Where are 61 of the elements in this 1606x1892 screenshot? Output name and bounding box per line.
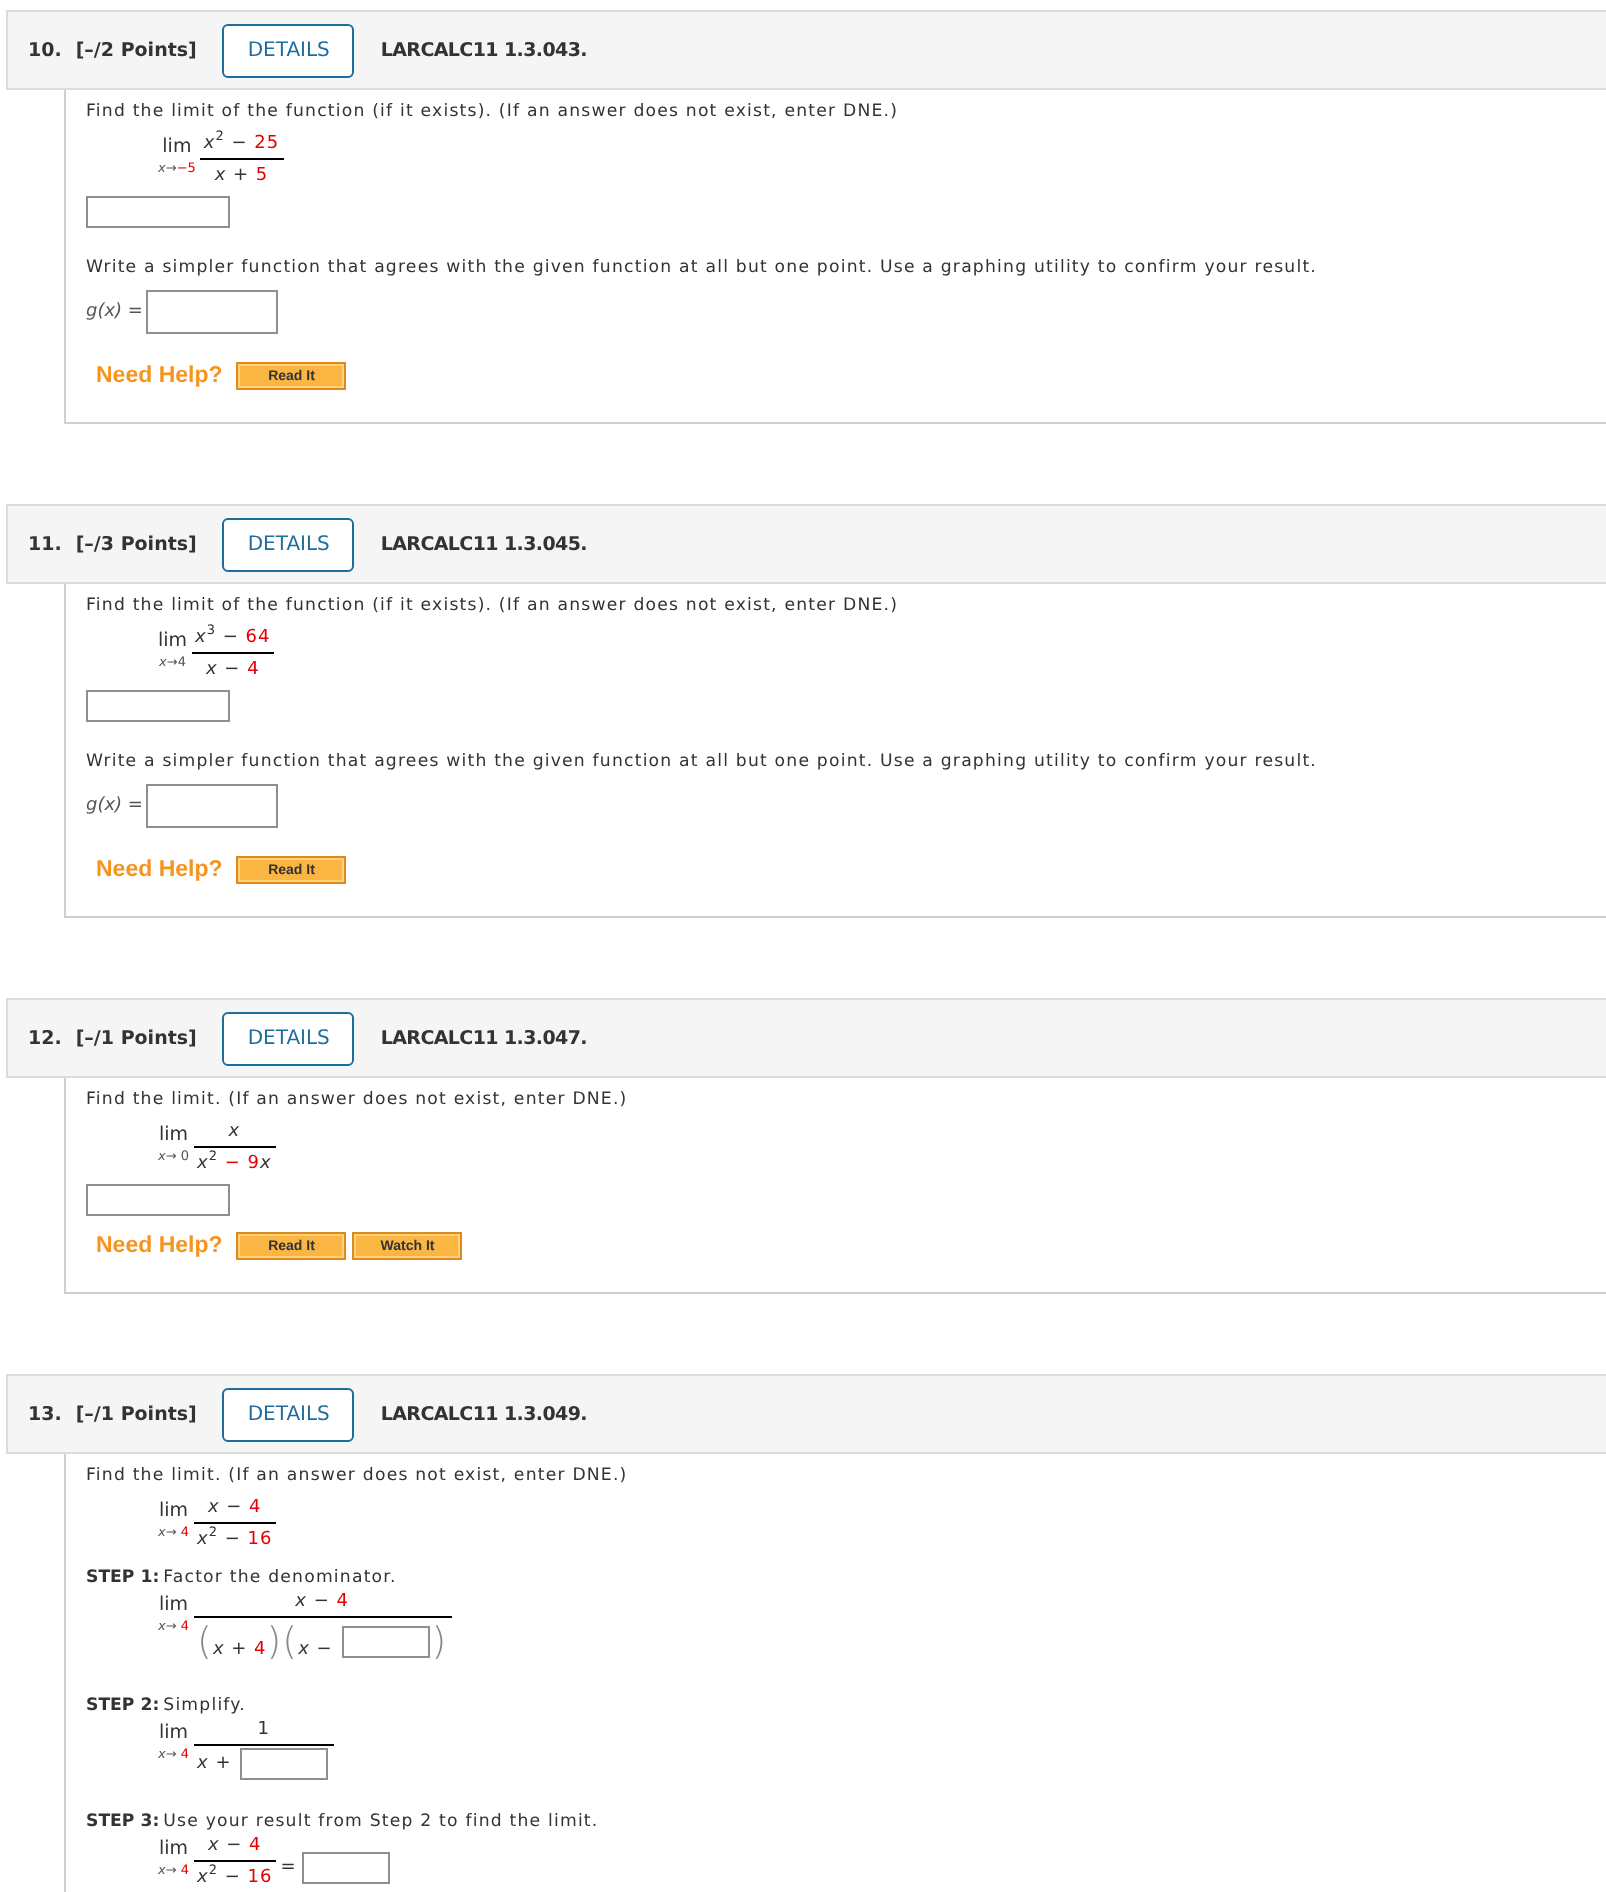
problem-source: LARCALC11 1.3.047. (380, 1027, 587, 1049)
numerator: x − 4 (205, 1498, 264, 1522)
points-label: [–/1 Points] (75, 1027, 197, 1049)
details-button[interactable]: DETAILS (222, 517, 355, 571)
details-button[interactable]: DETAILS (222, 23, 355, 77)
instruction-text: Write a simpler function that agrees with the given function at all but one point. Use a graphing utility to confirm your result. (86, 750, 1320, 774)
denominator: (x + 4)(x − (197, 1620, 335, 1664)
need-help-label: Need Help? (96, 858, 223, 882)
answer-field[interactable] (86, 690, 230, 722)
limit-label: lim (158, 1500, 189, 1522)
denominator: x − 4 (203, 658, 262, 682)
limit-label: lim (158, 1124, 189, 1146)
denominator: ) (431, 1620, 448, 1664)
equals-sign: = (280, 1857, 297, 1880)
step-instruction: STEP 3: Use your result from Step 2 to find the limit. (86, 1810, 601, 1834)
answer-field[interactable] (302, 1852, 391, 1885)
points-label: [–/3 Points] (75, 533, 197, 555)
problem-source: LARCALC11 1.3.045. (380, 533, 587, 555)
denominator: x$^{2}$ − 16 (195, 1862, 275, 1890)
problem-number: 10. (28, 39, 62, 61)
problem-source: LARCALC11 1.3.043. (380, 39, 587, 61)
limit-label: lim (158, 1722, 189, 1744)
instruction-text: Find the limit. (If an answer does not exist, enter DNE.) (86, 1464, 630, 1488)
denominator: x + 5 (212, 164, 271, 188)
step-instruction: STEP 1: Factor the denominator. (86, 1566, 399, 1590)
denominator: x$^{2}$ − 16 (195, 1524, 275, 1552)
step-instruction: STEP 2: Simplify. (86, 1694, 248, 1718)
answer-field[interactable] (146, 290, 278, 334)
limit-label: lim (158, 630, 188, 652)
details-button[interactable]: DETAILS (222, 1387, 355, 1441)
instruction-text: Write a simpler function that agrees with the given function at all but one point. Use a graphing utility to confirm your result. (86, 256, 1320, 280)
answer-field[interactable] (341, 1626, 430, 1658)
problem-number: 12. (28, 1027, 62, 1049)
denominator: x$^{2}$ − 9x (195, 1148, 274, 1176)
points-label: [–/1 Points] (75, 1403, 197, 1425)
function-label: g(x) = (86, 302, 145, 322)
problem-source: LARCALC11 1.3.049. (380, 1403, 587, 1425)
answer-field[interactable] (86, 196, 230, 228)
numerator: 1 (255, 1720, 272, 1744)
answer-field[interactable] (240, 1748, 329, 1780)
need-help-label: Need Help? (96, 1234, 223, 1258)
details-button[interactable]: DETAILS (222, 1011, 355, 1065)
answer-field[interactable] (146, 784, 278, 828)
points-label: [–/2 Points] (75, 39, 197, 61)
limit-label: lim (158, 1838, 189, 1860)
problem-number: 13. (28, 1403, 62, 1425)
problem-number: 11. (28, 533, 62, 555)
instruction-text: Find the limit. (If an answer does not exist, enter DNE.) (86, 1088, 630, 1112)
numerator: x − 4 (293, 1592, 351, 1616)
numerator: x − 4 (205, 1836, 264, 1860)
limit-label: lim (158, 1594, 189, 1616)
answer-field[interactable] (86, 1184, 230, 1216)
instruction-text: Find the limit of the function (if it exists). (If an answer does not exist, enter DNE.) (86, 100, 901, 124)
instruction-text: Find the limit of the function (if it exists). (If an answer does not exist, enter DNE.) (86, 594, 901, 618)
numerator: x$^{3}$ − 64 (193, 628, 273, 652)
denominator: x + (197, 1753, 234, 1775)
need-help-label: Need Help? (96, 364, 223, 388)
numerator: x (226, 1122, 243, 1146)
limit-label: lim (162, 136, 192, 158)
numerator: x$^{2}$ − 25 (201, 134, 282, 158)
function-label: g(x) = (86, 796, 145, 816)
